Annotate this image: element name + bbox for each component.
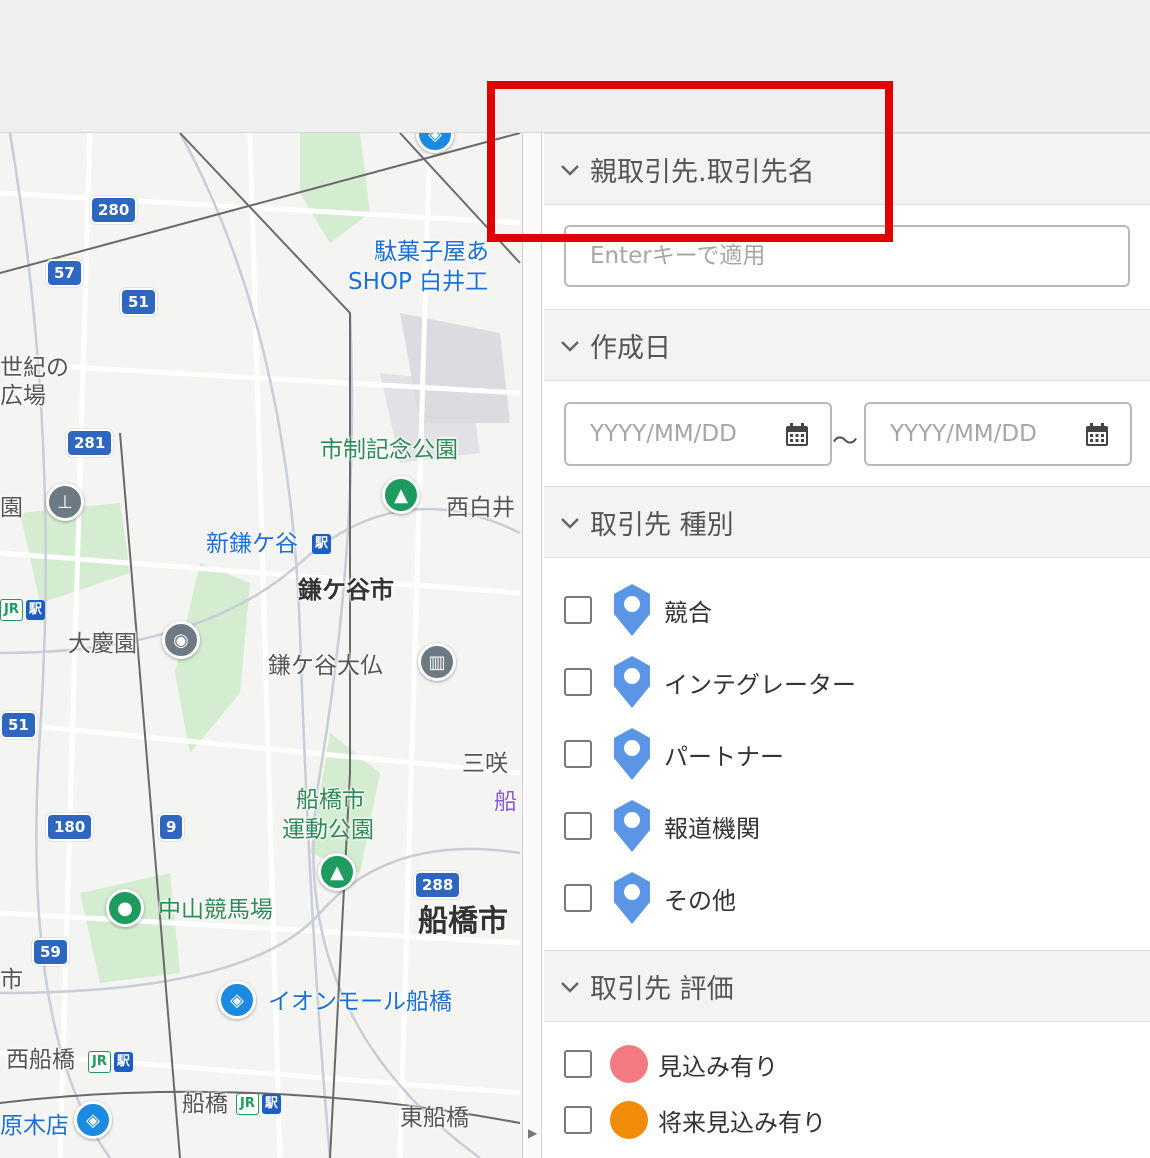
parent-account-name-input[interactable] xyxy=(564,225,1130,287)
route-shield: 280 xyxy=(90,196,138,224)
park-icon[interactable]: ▲ xyxy=(382,476,420,514)
chevron-down-icon xyxy=(560,974,590,999)
map-label: 船橋市 xyxy=(296,787,365,813)
map-pin-icon xyxy=(614,728,650,780)
map-label: 船橋 xyxy=(182,1091,228,1117)
map-label: 駄菓子屋あ xyxy=(374,239,489,265)
map-label: 船 xyxy=(494,789,517,815)
route-shield: 281 xyxy=(66,429,114,457)
section-title: 親取引先.取引先名 xyxy=(590,156,815,188)
option-label: その他 xyxy=(664,886,736,915)
section-title: 取引先 種別 xyxy=(590,509,734,541)
calendar-icon[interactable] xyxy=(1084,422,1110,448)
map-label: 市制記念公園 xyxy=(320,437,458,463)
museum-icon[interactable]: ▥ xyxy=(418,643,456,681)
map-pin-icon xyxy=(614,584,650,636)
account-type-option[interactable]: 報道機関 xyxy=(564,798,760,854)
route-shield: 59 xyxy=(32,938,69,966)
map-label: 西船橋 xyxy=(6,1047,75,1073)
date-to-field[interactable] xyxy=(864,402,1132,466)
option-label: 見込み有り xyxy=(658,1052,778,1081)
section-title: 取引先 評価 xyxy=(590,973,734,1005)
option-label: 将来見込み有り xyxy=(658,1108,826,1137)
rating-color-dot xyxy=(610,1101,648,1139)
map-label: 広場 xyxy=(0,383,46,409)
account-rating-option[interactable]: 将来見込み有り xyxy=(564,1092,826,1148)
account-type-option[interactable]: その他 xyxy=(564,870,736,926)
map-label: SHOP 白井工 xyxy=(348,269,489,295)
map-label: 園 xyxy=(0,495,23,521)
section-title: 作成日 xyxy=(590,332,671,364)
expand-arrow-icon[interactable]: ▶ xyxy=(528,1126,537,1140)
section-header-parent-account[interactable]: 親取引先.取引先名 xyxy=(544,133,1150,205)
map-label: 鎌ケ谷大仏 xyxy=(268,653,383,679)
map-label: 船橋市 xyxy=(418,904,508,939)
map-label: 市 xyxy=(0,967,23,993)
date-to-input[interactable] xyxy=(888,420,1082,448)
account-type-option[interactable]: インテグレーター xyxy=(564,654,856,710)
section-header-account-type[interactable]: 取引先 種別 xyxy=(544,486,1150,558)
option-label: 報道機関 xyxy=(664,814,760,843)
date-from-field[interactable] xyxy=(564,402,832,466)
account-rating-option[interactable]: 見込み有り xyxy=(564,1036,778,1092)
route-shield: 51 xyxy=(120,288,157,316)
checkbox[interactable] xyxy=(564,596,592,624)
map-label: 運動公園 xyxy=(282,817,374,843)
map-label: 原木店 xyxy=(0,1113,69,1139)
top-toolbar xyxy=(0,0,1150,133)
map-label: 西白井 xyxy=(446,495,515,521)
landmark-icon[interactable]: ◉ xyxy=(162,621,200,659)
shopping-icon[interactable]: ◈ xyxy=(74,1101,112,1139)
route-shield: 288 xyxy=(414,871,462,899)
account-type-option[interactable]: パートナー xyxy=(564,726,784,782)
filter-panel: 親取引先.取引先名 作成日 〜 取引先 種別 xyxy=(544,133,1150,1158)
checkbox[interactable] xyxy=(564,668,592,696)
station-icon: JR 駅 xyxy=(0,599,45,621)
route-shield: 9 xyxy=(158,813,185,841)
map-label: 世紀の xyxy=(0,355,69,381)
chevron-down-icon xyxy=(560,333,590,358)
map-pin-icon xyxy=(614,656,650,708)
checkbox[interactable] xyxy=(564,812,592,840)
option-label: パートナー xyxy=(664,742,784,771)
chevron-down-icon xyxy=(560,510,590,535)
checkbox[interactable] xyxy=(564,1050,592,1078)
section-header-created-date[interactable]: 作成日 xyxy=(544,309,1150,381)
station-icon: 駅 xyxy=(312,533,332,555)
account-type-option[interactable]: 競合 xyxy=(564,582,712,638)
map-pin-icon xyxy=(614,800,650,852)
racecourse-icon[interactable]: ● xyxy=(106,889,144,927)
map-label: 大慶園 xyxy=(68,631,137,657)
option-label: 競合 xyxy=(664,598,712,627)
map-label: 鎌ケ谷市 xyxy=(298,576,394,604)
chevron-down-icon xyxy=(560,157,590,182)
rating-color-dot xyxy=(610,1045,648,1083)
date-range-separator: 〜 xyxy=(832,427,859,457)
map-label: イオンモール船橋 xyxy=(268,989,452,1015)
monument-icon[interactable]: ⊥ xyxy=(46,483,84,521)
map-pin-icon xyxy=(614,872,650,924)
route-shield: 51 xyxy=(0,711,37,739)
park-icon[interactable]: ▲ xyxy=(318,853,356,891)
station-icon: JR 駅 xyxy=(88,1051,133,1073)
panel-splitter[interactable]: ▶ xyxy=(522,133,542,1158)
section-header-account-rating[interactable]: 取引先 評価 xyxy=(544,950,1150,1022)
calendar-icon[interactable] xyxy=(784,422,810,448)
route-shield: 180 xyxy=(46,813,94,841)
map-label: 東船橋 xyxy=(400,1105,469,1131)
route-shield: 57 xyxy=(46,259,83,287)
checkbox[interactable] xyxy=(564,884,592,912)
map-label: 新鎌ケ谷 xyxy=(206,531,298,557)
date-from-input[interactable] xyxy=(588,420,782,448)
option-label: インテグレーター xyxy=(664,670,856,699)
station-icon: JR 駅 xyxy=(236,1093,281,1115)
map-view[interactable]: 280 57 51 281 51 180 9 288 59 駄菓子屋あ SHOP… xyxy=(0,133,522,1158)
map-label: 中山競馬場 xyxy=(158,897,273,923)
checkbox[interactable] xyxy=(564,740,592,768)
shopping-icon[interactable]: ◈ xyxy=(218,981,256,1019)
map-label: 三咲 xyxy=(462,751,508,777)
checkbox[interactable] xyxy=(564,1106,592,1134)
